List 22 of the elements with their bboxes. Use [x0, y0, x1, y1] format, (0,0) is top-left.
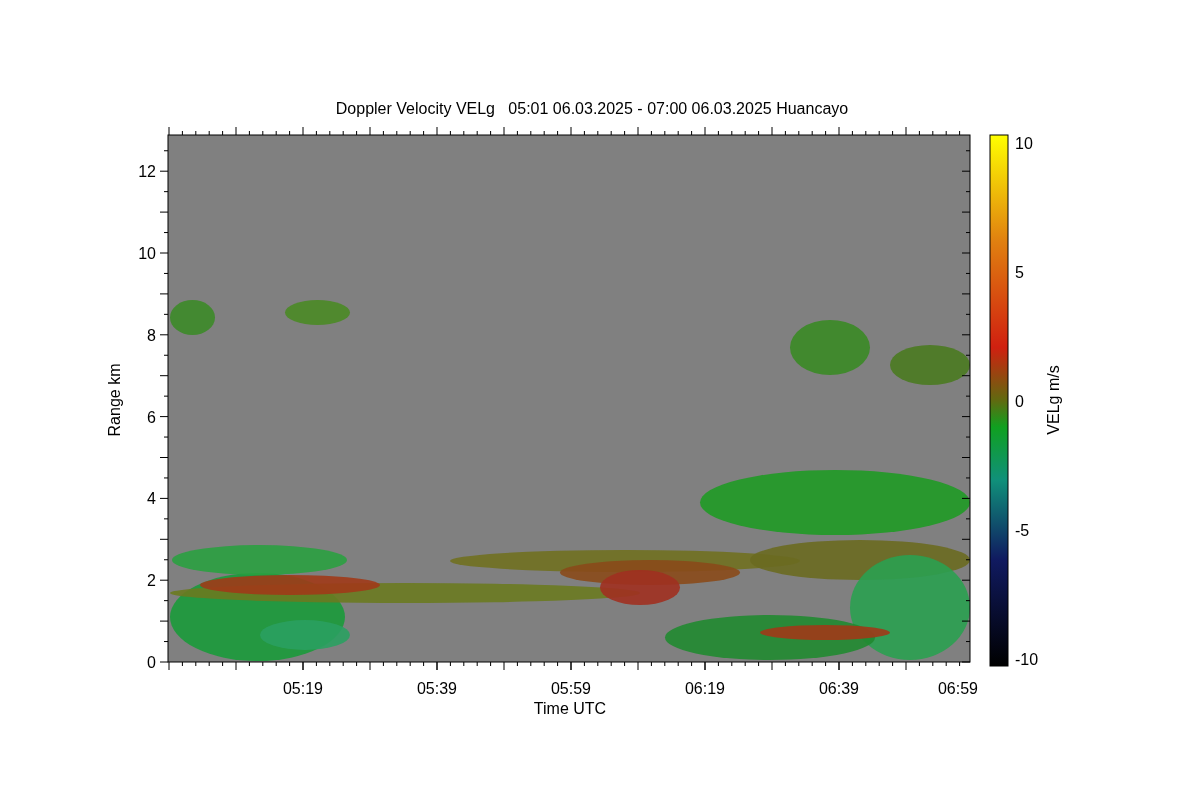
- x-tick-label: 05:39: [417, 680, 457, 697]
- colorbar-tick-label: -5: [1015, 522, 1030, 539]
- y-tick-label: 12: [138, 163, 156, 181]
- x-tick-label: 06:39: [819, 680, 859, 697]
- x-tick-label: 05:59: [551, 680, 591, 697]
- colorbar-tick-label: -10: [1015, 651, 1039, 668]
- y-tick-label: 6: [147, 408, 156, 426]
- colorbar-tick-label: 5: [1015, 264, 1024, 281]
- colorbar-tick-label: 10: [1015, 135, 1033, 152]
- colorbar-label: VELg m/s: [1045, 365, 1062, 435]
- y-tick-label: 0: [147, 654, 156, 671]
- x-axis-label: Time UTC: [533, 700, 607, 717]
- chart-title: Doppler Velocity VELg 05:01 06.03.2025 - 07:00 06.03.2025 Huancayo: [335, 100, 849, 117]
- y-axis-label: Range km: [106, 363, 123, 437]
- y-tick-label: 4: [147, 490, 156, 508]
- y-tick-label: 2: [147, 572, 156, 590]
- colorbar-tick-label: 0: [1015, 393, 1024, 410]
- x-tick-label: 05:19: [283, 680, 323, 697]
- x-tick-label: 06:59: [938, 680, 978, 697]
- x-tick-label: 06:19: [685, 680, 725, 697]
- y-tick-label: 8: [147, 326, 156, 344]
- y-tick-label: 10: [138, 245, 156, 262]
